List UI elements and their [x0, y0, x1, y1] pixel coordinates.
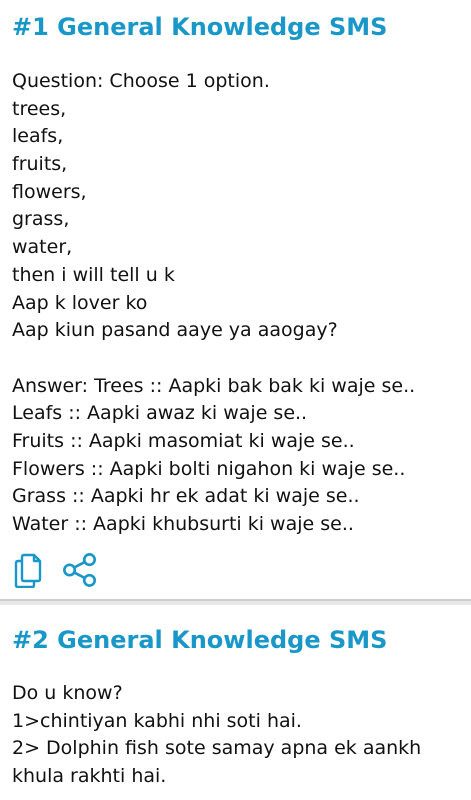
sms-line: flowers, [12, 180, 87, 203]
sms-line: water, [12, 236, 73, 259]
sms-body: Question: Choose 1 option. trees, leafs,… [12, 68, 465, 539]
sms-line: Aap kiun pasand aaye ya aaogay? [12, 319, 338, 342]
share-button[interactable] [62, 550, 98, 590]
sms-line: Grass :: Aapki hr ek adat ki waje se.. [12, 485, 360, 508]
sms-line: Water :: Aapki khubsurti ki waje se.. [12, 513, 354, 535]
sms-line: 2> Dolphin fish sote samay apna ek aankh [12, 737, 422, 760]
copy-icon [14, 553, 42, 588]
sms-line: Question: Choose 1 option. [12, 70, 270, 92]
card-title: #1 General Knowledge SMS [12, 13, 388, 41]
line-spacer [12, 345, 465, 373]
sms-line: 1>chintiyan kabhi nhi soti hai. [12, 709, 302, 732]
sms-line: Leafs :: Aapki awaz ki waje se.. [12, 402, 308, 425]
sms-line: fruits, [12, 153, 68, 176]
card-actions [10, 550, 98, 590]
sms-line: Fruits :: Aapki masomiat ki waje se.. [12, 429, 355, 452]
sms-line: leafs, [12, 125, 64, 148]
sms-line: Aap k lover ko [12, 291, 148, 314]
sms-line: grass, [12, 208, 70, 231]
share-icon [63, 553, 97, 587]
card-title: #2 General Knowledge SMS [12, 626, 388, 654]
sms-body: Do u know? 1>chintiyan kabhi nhi soti ha… [12, 680, 465, 791]
sms-line: Flowers :: Aapki bolti nigahon ki waje s… [12, 457, 406, 480]
sms-line: Answer: Trees :: Aapki bak bak ki waje s… [12, 374, 416, 397]
sms-card-1: #1 General Knowledge SMS Question: Choos… [0, 0, 471, 601]
card-divider [0, 599, 471, 601]
copy-button[interactable] [10, 550, 46, 590]
sms-line: trees, [12, 97, 67, 120]
sms-line: then i will tell u k [12, 263, 175, 286]
sms-line: Do u know? [12, 682, 123, 704]
sms-line: khula rakhti hai. [12, 765, 167, 788]
